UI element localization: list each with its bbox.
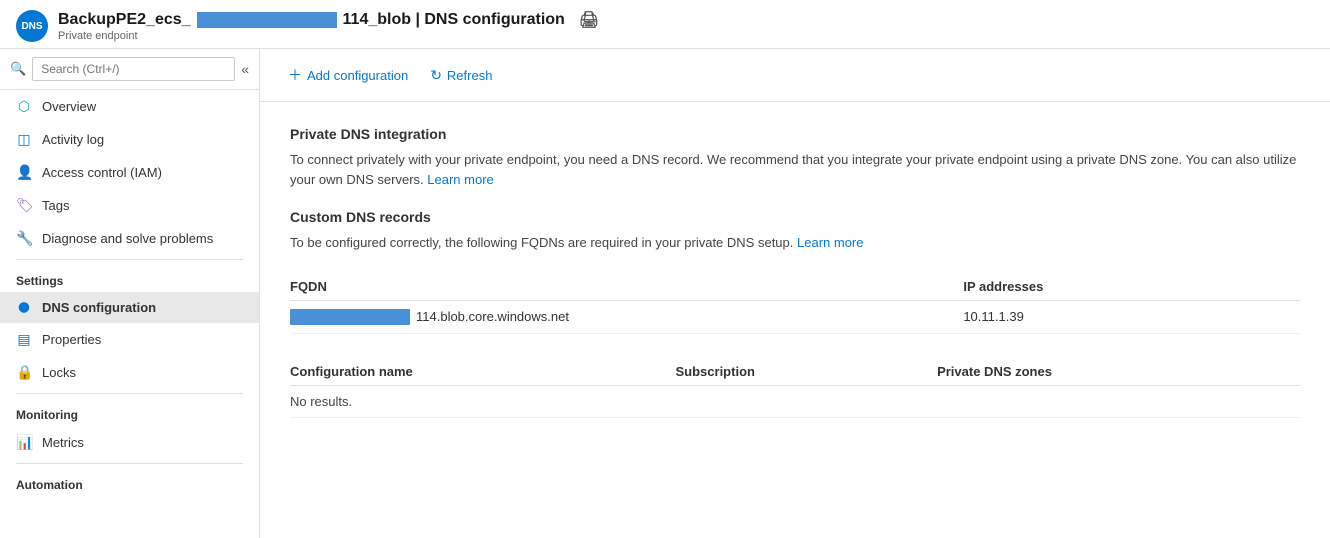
private-dns-title: Private DNS integration	[290, 126, 1300, 142]
main-layout: 🔍 « ⬡ Overview ◫ Activity log 👤 Access c…	[0, 49, 1330, 538]
activity-log-icon: ◫	[16, 131, 32, 148]
add-configuration-button[interactable]: ＋ Add configuration	[280, 61, 416, 89]
resource-avatar: DNS	[16, 10, 48, 42]
sidebar-item-access-control[interactable]: 👤 Access control (IAM)	[0, 156, 259, 189]
fqdn-redacted-block	[290, 309, 410, 325]
diagnose-icon: 🔧	[16, 230, 32, 247]
redacted-block	[197, 12, 337, 28]
subscription-header: Subscription	[676, 358, 938, 386]
automation-divider	[16, 463, 243, 464]
locks-icon: 🔒	[16, 364, 32, 381]
page-title: BackupPE2_ecs_114_blob | DNS configurati…	[58, 10, 599, 30]
access-control-icon: 👤	[16, 164, 32, 181]
fqdn-table: FQDN IP addresses 114.blob.core.windows.…	[290, 273, 1300, 334]
ip-address-cell: 10.11.1.39	[963, 309, 1300, 324]
no-results-row: No results.	[290, 385, 1300, 417]
private-dns-learn-more-link[interactable]: Learn more	[427, 172, 493, 187]
sidebar-item-tags[interactable]: 🏷 Tags	[0, 189, 259, 222]
sidebar-search-area: 🔍 «	[0, 49, 259, 90]
no-results-text: No results.	[290, 385, 1300, 417]
collapse-button[interactable]: «	[241, 61, 249, 77]
custom-dns-title: Custom DNS records	[290, 209, 1300, 225]
sidebar-item-properties[interactable]: ▤ Properties	[0, 323, 259, 356]
page-header: DNS BackupPE2_ecs_114_blob | DNS configu…	[0, 0, 1330, 49]
resource-subtitle: Private endpoint	[58, 30, 599, 42]
refresh-icon: ↻	[430, 67, 442, 84]
tags-icon: 🏷	[16, 197, 32, 214]
sidebar-item-dns-configuration[interactable]: ⬤ DNS configuration	[0, 292, 259, 323]
overview-icon: ⬡	[16, 98, 32, 115]
sidebar-item-locks[interactable]: 🔒 Locks	[0, 356, 259, 389]
properties-icon: ▤	[16, 331, 32, 348]
header-title-block: BackupPE2_ecs_114_blob | DNS configurati…	[58, 10, 599, 42]
monitoring-section-label: Monitoring	[0, 398, 259, 426]
content-area: ＋ Add configuration ↻ Refresh Private DN…	[260, 49, 1330, 538]
sidebar-item-diagnose[interactable]: 🔧 Diagnose and solve problems	[0, 222, 259, 255]
print-icon[interactable]: 🖨	[579, 10, 599, 30]
config-table: Configuration name Subscription Private …	[290, 358, 1300, 418]
custom-dns-desc: To be configured correctly, the followin…	[290, 233, 1300, 253]
sidebar-item-overview[interactable]: ⬡ Overview	[0, 90, 259, 123]
custom-dns-learn-more-link[interactable]: Learn more	[797, 235, 863, 250]
settings-section-label: Settings	[0, 264, 259, 292]
toolbar: ＋ Add configuration ↻ Refresh	[260, 49, 1330, 102]
fqdn-cell: 114.blob.core.windows.net	[290, 309, 963, 325]
automation-section-label: Automation	[0, 468, 259, 496]
sidebar-item-activity-log[interactable]: ◫ Activity log	[0, 123, 259, 156]
private-dns-zones-header: Private DNS zones	[937, 358, 1300, 386]
monitoring-divider	[16, 393, 243, 394]
add-icon: ＋	[288, 65, 302, 85]
sidebar: 🔍 « ⬡ Overview ◫ Activity log 👤 Access c…	[0, 49, 260, 538]
dns-config-icon: ⬤	[16, 302, 32, 313]
search-icon: 🔍	[10, 61, 26, 77]
settings-divider	[16, 259, 243, 260]
content-body: Private DNS integration To connect priva…	[260, 102, 1330, 442]
private-dns-desc: To connect privately with your private e…	[290, 150, 1300, 189]
table-row: 114.blob.core.windows.net 10.11.1.39	[290, 301, 1300, 334]
fqdn-table-header: FQDN IP addresses	[290, 273, 1300, 301]
sidebar-item-metrics[interactable]: 📊 Metrics	[0, 426, 259, 459]
search-input[interactable]	[32, 57, 235, 81]
refresh-button[interactable]: ↻ Refresh	[422, 63, 500, 88]
metrics-icon: 📊	[16, 434, 32, 451]
config-name-header: Configuration name	[290, 358, 676, 386]
